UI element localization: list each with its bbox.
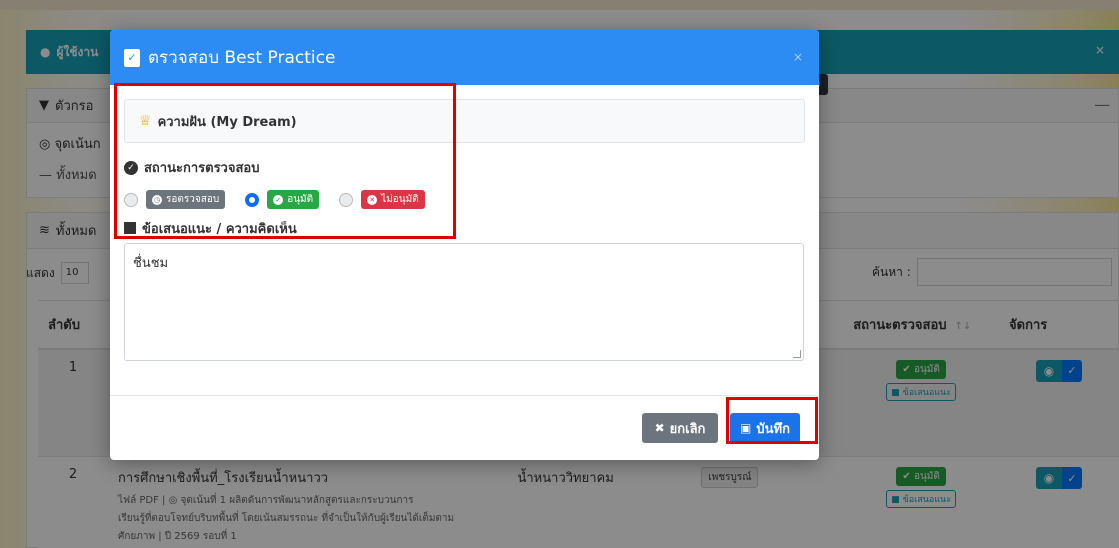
modal-header: ✓ ตรวจสอบ Best Practice × bbox=[110, 30, 819, 85]
x-icon: ✖ bbox=[654, 421, 665, 435]
highlight-box-status bbox=[114, 83, 456, 239]
resize-handle[interactable] bbox=[793, 350, 801, 358]
clipboard-check-icon: ✓ bbox=[124, 48, 140, 67]
modal-footer: ✖ ยกเลิก ▣ บันทึก bbox=[110, 395, 819, 460]
modal-title: ตรวจสอบ Best Practice bbox=[148, 48, 336, 68]
highlight-box-save bbox=[726, 397, 818, 444]
comment-textarea[interactable]: ชื่นชม bbox=[124, 243, 804, 361]
cancel-button[interactable]: ✖ ยกเลิก bbox=[642, 413, 718, 443]
close-icon[interactable]: × bbox=[793, 50, 803, 64]
